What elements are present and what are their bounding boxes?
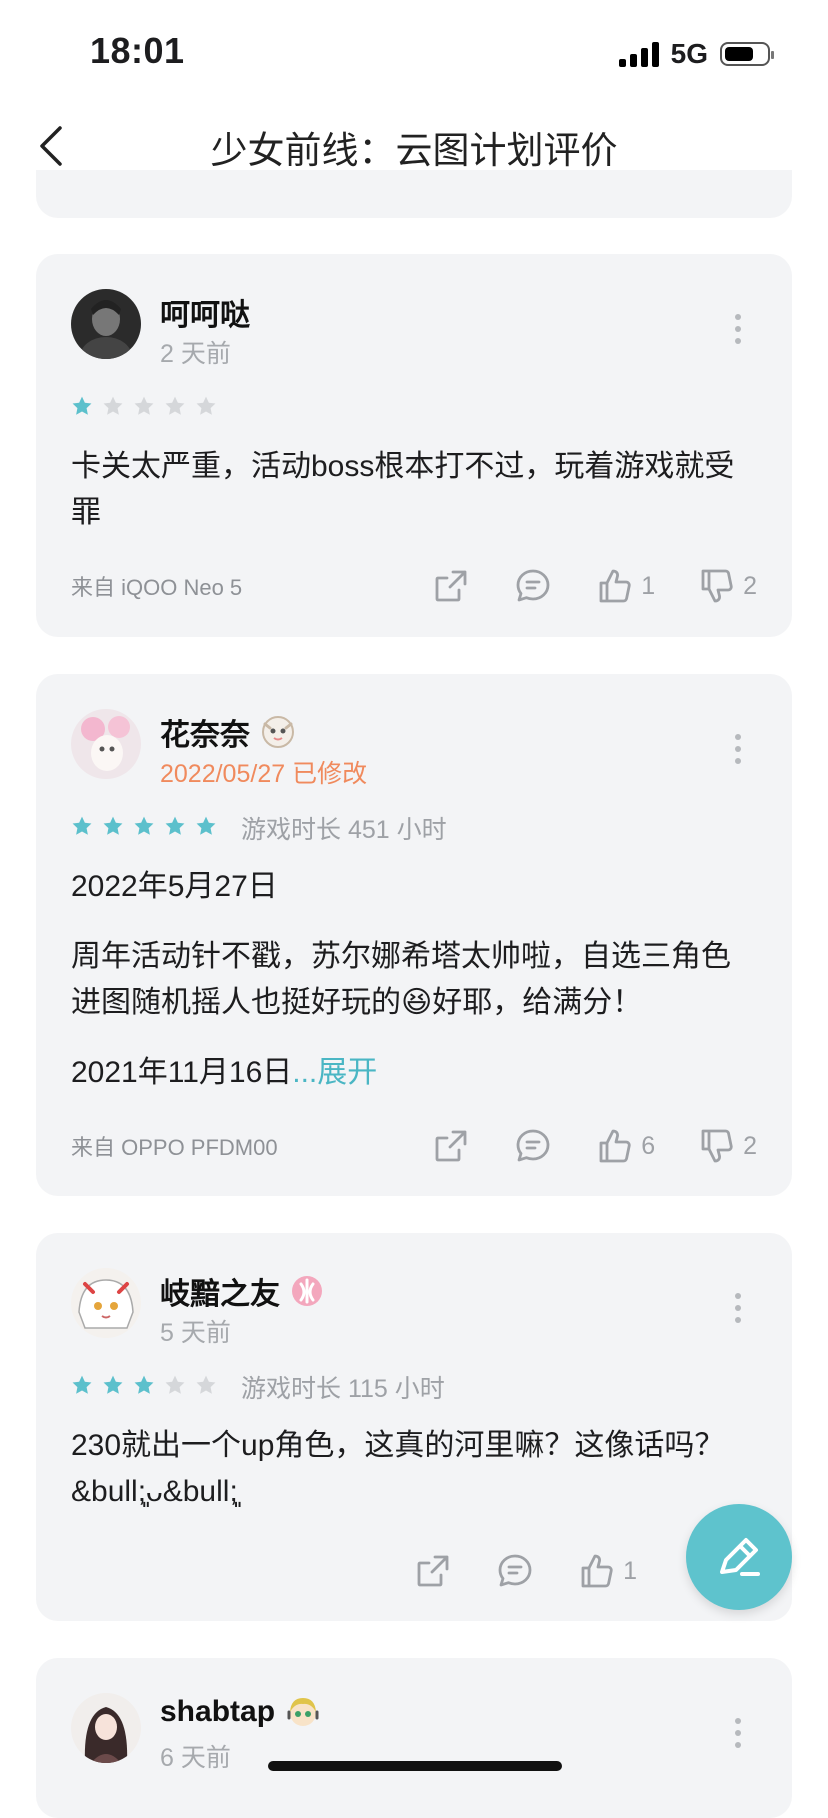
user-badge-icon xyxy=(292,1276,322,1306)
more-icon[interactable] xyxy=(732,734,744,764)
review-time: 6 天前 xyxy=(160,1744,231,1772)
star-empty-icon xyxy=(196,396,216,415)
avatar[interactable] xyxy=(71,1268,141,1338)
comment-button[interactable] xyxy=(495,1551,535,1591)
signal-icon xyxy=(618,41,659,67)
like-count: 6 xyxy=(641,1131,656,1160)
more-icon[interactable] xyxy=(732,1718,744,1748)
like-count: 1 xyxy=(623,1556,637,1585)
avatar[interactable] xyxy=(71,1693,141,1763)
star-rating xyxy=(71,815,217,837)
page-title: 少女前线：云图计划评价 xyxy=(210,130,618,171)
share-icon xyxy=(435,1130,467,1162)
comment-button[interactable] xyxy=(513,1126,553,1166)
like-count: 1 xyxy=(641,571,656,600)
star-filled-icon xyxy=(103,816,123,835)
comment-icon xyxy=(498,1554,532,1587)
user-badge-icon xyxy=(262,716,294,748)
review-time: 2 天前 xyxy=(160,340,231,368)
review-card[interactable]: 呵呵哒 2 天前 卡关太严重，活动boss根本打不过，玩着游戏就受罪 来自 iQ… xyxy=(36,254,792,637)
star-filled-icon xyxy=(72,1375,92,1394)
network-label: 5G xyxy=(670,38,708,69)
previous-review-card xyxy=(36,170,792,218)
like-button[interactable]: 1 xyxy=(595,566,655,606)
like-button[interactable]: 6 xyxy=(595,1126,655,1166)
star-filled-icon xyxy=(72,816,92,835)
home-indicator xyxy=(268,1761,562,1771)
review-time: 2022/05/27 已修改 xyxy=(160,760,368,788)
username[interactable]: 花奈奈 xyxy=(160,710,296,754)
review-time: 5 天前 xyxy=(160,1319,231,1347)
comment-icon xyxy=(516,569,550,602)
device-label: 来自 iQOO Neo 5 xyxy=(71,575,243,600)
star-empty-icon xyxy=(134,396,154,415)
review-card[interactable]: shabtap 6 天前 xyxy=(36,1658,792,1818)
comment-button[interactable] xyxy=(513,566,553,606)
share-button[interactable] xyxy=(431,1126,471,1166)
more-icon[interactable] xyxy=(732,314,744,344)
review-text: 230就出一个up角色，这真的河里嘛？这像话吗？ &bull;͈ᴗ&bull;͈ xyxy=(71,1429,725,1508)
star-rating xyxy=(71,1374,217,1396)
more-icon[interactable] xyxy=(732,1293,744,1323)
expand-link[interactable]: ...展开 xyxy=(292,1056,377,1089)
star-filled-icon xyxy=(134,816,154,835)
avatar[interactable] xyxy=(71,709,141,779)
review-footer: 来自 iQOO Neo 5 1 2 xyxy=(71,561,757,611)
share-button[interactable] xyxy=(431,566,471,606)
thumbs-down-icon xyxy=(701,569,733,603)
star-empty-icon xyxy=(196,1375,216,1394)
username[interactable]: shabtap xyxy=(160,1694,321,1730)
thumbs-up-icon xyxy=(599,569,631,603)
thumbs-up-icon xyxy=(581,1554,613,1588)
share-icon xyxy=(417,1555,449,1587)
share-button[interactable] xyxy=(413,1551,453,1591)
review-text: 2022年5月27日 周年活动针不戳，苏尔娜希塔太帅啦，自选三角色进图随机摇人也… xyxy=(71,870,731,1089)
like-button[interactable]: 1 xyxy=(577,1551,637,1591)
thumbs-up-icon xyxy=(599,1129,631,1163)
username[interactable]: 岐黯之友 xyxy=(160,1269,324,1313)
star-filled-icon xyxy=(103,1375,123,1394)
dislike-count: 2 xyxy=(743,571,757,600)
review-card[interactable]: 岐黯之友 5 天前 游戏时长 115 小时 230就出一个up角色，这真的河里嘛… xyxy=(36,1233,792,1621)
star-empty-icon xyxy=(165,396,185,415)
review-card[interactable]: 花奈奈 2022/05/27 已修改 游戏时长 451 小时 2022年5月27… xyxy=(36,674,792,1196)
star-filled-icon xyxy=(134,1375,154,1394)
playtime: 游戏时长 451 小时 xyxy=(241,816,447,844)
dislike-button[interactable]: 2 xyxy=(697,1126,757,1166)
device-label: 来自 OPPO PFDM00 xyxy=(71,1135,278,1160)
star-empty-icon xyxy=(103,396,123,415)
battery-icon xyxy=(720,42,774,66)
review-footer: 1 xyxy=(71,1546,757,1596)
status-icons: 5G xyxy=(618,38,774,70)
user-badge-icon xyxy=(287,1698,319,1726)
dislike-count: 2 xyxy=(743,1131,757,1160)
comment-icon xyxy=(516,1129,550,1162)
star-empty-icon xyxy=(165,1375,185,1394)
avatar[interactable] xyxy=(71,289,141,359)
star-filled-icon xyxy=(196,816,216,835)
star-filled-icon xyxy=(165,816,185,835)
star-rating xyxy=(71,395,217,417)
playtime: 游戏时长 115 小时 xyxy=(241,1375,445,1403)
review-text: 卡关太严重，活动boss根本打不过，玩着游戏就受罪 xyxy=(71,450,735,529)
status-time: 18:01 xyxy=(90,30,185,71)
star-filled-icon xyxy=(72,396,92,415)
username[interactable]: 呵呵哒 xyxy=(160,290,250,334)
write-review-button[interactable] xyxy=(686,1504,792,1610)
review-footer: 来自 OPPO PFDM00 6 2 xyxy=(71,1121,757,1171)
dislike-button[interactable]: 2 xyxy=(697,566,757,606)
pen-icon xyxy=(720,1538,760,1576)
thumbs-down-icon xyxy=(701,1129,733,1163)
share-icon xyxy=(435,570,467,602)
